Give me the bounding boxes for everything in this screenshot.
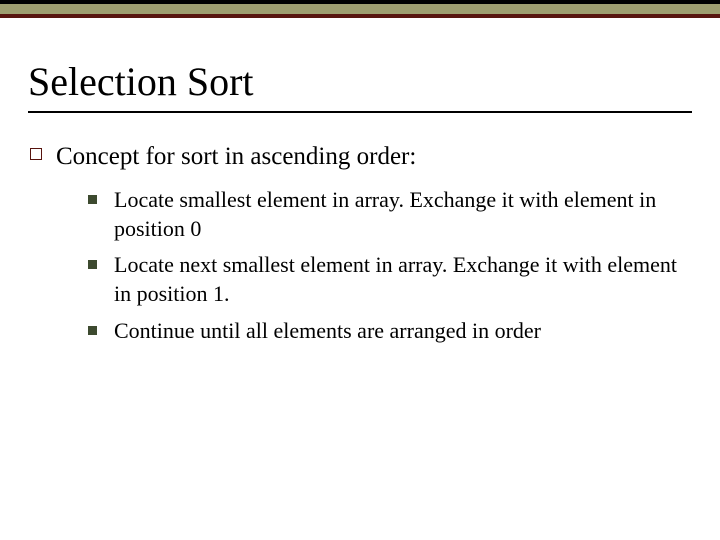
list-item: Concept for sort in ascending order: Loc… (56, 141, 692, 345)
bullet-list-level1: Concept for sort in ascending order: Loc… (28, 141, 692, 345)
slide-title: Selection Sort (28, 58, 692, 105)
slide-content: Selection Sort Concept for sort in ascen… (0, 18, 720, 345)
square-outline-bullet-icon (30, 148, 42, 160)
list-item: Locate next smallest element in array. E… (114, 251, 692, 308)
title-underline (28, 111, 692, 113)
square-solid-bullet-icon (88, 195, 97, 204)
list-item-text: Locate smallest element in array. Exchan… (114, 187, 656, 241)
list-item: Locate smallest element in array. Exchan… (114, 186, 692, 243)
list-item-text: Locate next smallest element in array. E… (114, 252, 677, 306)
bullet-list-level2: Locate smallest element in array. Exchan… (56, 186, 692, 345)
square-solid-bullet-icon (88, 260, 97, 269)
square-solid-bullet-icon (88, 326, 97, 335)
list-item-text: Continue until all elements are arranged… (114, 318, 541, 343)
list-item-text: Concept for sort in ascending order: (56, 143, 416, 170)
header-accent-bar (0, 0, 720, 18)
list-item: Continue until all elements are arranged… (114, 317, 692, 346)
